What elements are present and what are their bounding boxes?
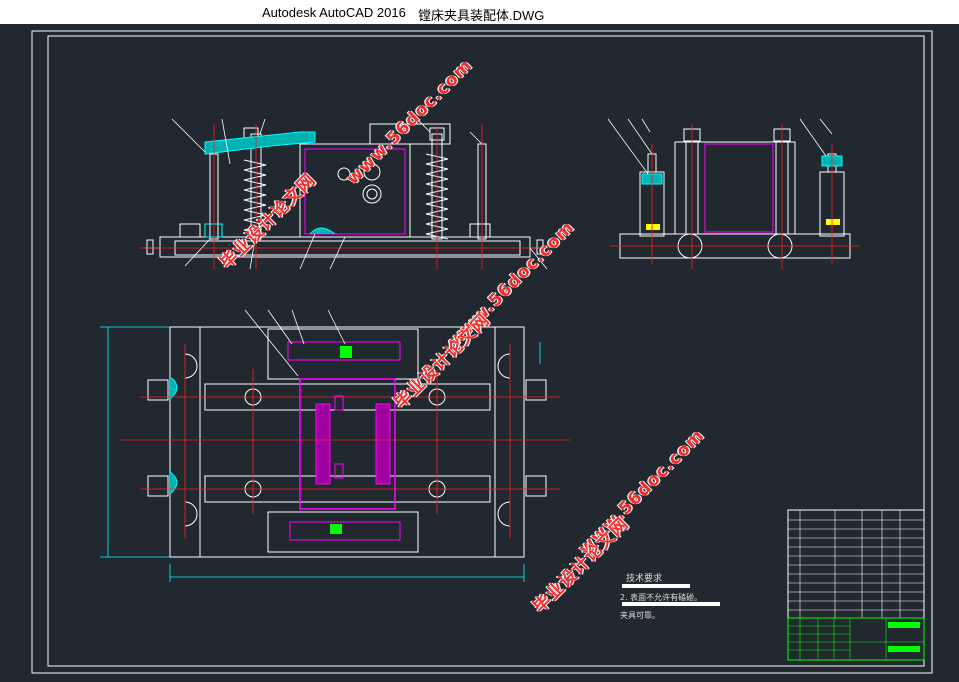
drawing-canvas[interactable]: 技术要求 2. 表面不允许有磕碰。 夹具可靠。 www.56doc.com 毕业… <box>0 24 959 682</box>
window-titlebar: Autodesk AutoCAD 2016 镗床夹具装配体.DWG <box>0 0 959 24</box>
tech-bar-1 <box>622 584 690 588</box>
title-block <box>787 509 925 661</box>
tech-requirements-title: 技术要求 <box>626 574 663 584</box>
side-leaders <box>607 118 833 175</box>
side-view <box>619 128 851 259</box>
tech-note-2: 夹具可靠。 <box>620 611 660 620</box>
front-hatch <box>204 223 223 238</box>
side-body-outline <box>704 143 774 233</box>
front-clamp-arm <box>204 131 316 155</box>
inner-frame <box>47 35 925 667</box>
document-title: 镗床夹具装配体.DWG <box>418 8 545 23</box>
top-leaders <box>244 309 346 377</box>
tech-note-1: 2. 表面不允许有磕碰。 <box>620 593 703 602</box>
front-center-lines <box>140 124 550 269</box>
side-center-lines <box>610 124 860 269</box>
cad-drawing <box>31 30 933 674</box>
app-title: Autodesk AutoCAD 2016 <box>262 5 406 20</box>
top-clamp-parts <box>169 341 401 541</box>
